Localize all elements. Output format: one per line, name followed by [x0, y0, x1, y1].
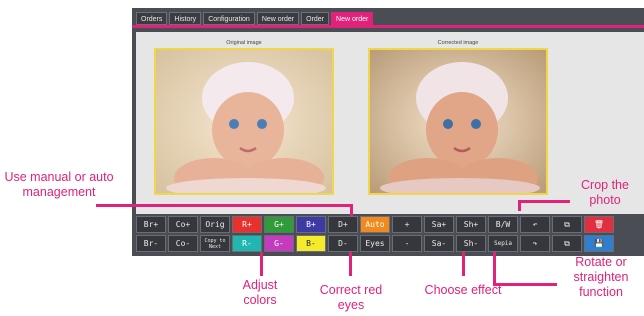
tab-configuration[interactable]: Configuration [203, 12, 255, 25]
row2-copy-to-next-button[interactable]: Copy to Next [200, 235, 230, 252]
row2-sa-button[interactable]: Sa- [424, 235, 454, 252]
photo-editor-window: Orders History Configuration New order Order… [132, 8, 644, 256]
annotation-effect: Choose effect [424, 283, 502, 297]
row1-btn14-button[interactable]: 🗑 [584, 216, 614, 233]
annotation-rotate: Rotate or straighten function [573, 255, 629, 299]
tab-new-order[interactable]: New order [256, 12, 300, 25]
tab-order[interactable]: Order [301, 12, 330, 25]
row2-co-button[interactable]: Co- [168, 235, 198, 252]
annotation-line-manual-down [350, 204, 353, 216]
annotation-crop: Crop the photo [581, 178, 629, 207]
annotation-colors: Adjust colors [242, 278, 278, 307]
tab-orders[interactable]: Orders [136, 12, 168, 25]
row1-co-button[interactable]: Co+ [168, 216, 198, 233]
row1-sh-button[interactable]: Sh+ [456, 216, 486, 233]
annotation-line-eyes [349, 252, 352, 276]
row2-btn8-button[interactable]: - [392, 235, 422, 252]
row1-sa-button[interactable]: Sa+ [424, 216, 454, 233]
row2-btn14-button[interactable]: 💾 [584, 235, 614, 252]
row2-eyes-button[interactable]: Eyes [360, 235, 390, 252]
corrected-image-caption: Corrected image [437, 40, 479, 46]
row1-auto-button[interactable]: Auto [360, 216, 390, 233]
annotation-eyes: Correct red eyes [319, 283, 383, 312]
row2-d-button[interactable]: D- [328, 235, 358, 252]
row1-br-button[interactable]: Br+ [136, 216, 166, 233]
row2-btn13-button[interactable]: ⧉ [552, 235, 582, 252]
row2-g-button[interactable]: G- [264, 235, 294, 252]
annotation-line-effect [462, 252, 465, 276]
original-image-caption: Original image [226, 40, 262, 46]
row2-sepia-button[interactable]: Sepia [488, 235, 518, 252]
row1-btn8-button[interactable]: + [392, 216, 422, 233]
row2-b-button[interactable]: B- [296, 235, 326, 252]
annotation-line-manual [96, 204, 352, 207]
row1-b-button[interactable]: B+ [296, 216, 326, 233]
toolbar-row-2: Br- Co- Copy to Next R- G- B- D- Eyes - Sa- Sh- Sep… [136, 235, 614, 252]
toolbar-row-1: Br+ Co+ Orig R+ G+ B+ D+ Auto + Sa+ Sh+ B/W ↶ ⧉ 🗑 [136, 216, 614, 233]
row2-btn12-button[interactable]: ↷ [520, 235, 550, 252]
row1-g-button[interactable]: G+ [264, 216, 294, 233]
annotation-line-crop-h [518, 200, 570, 203]
row1-orig-button[interactable]: Orig [200, 216, 230, 233]
row2-sh-button[interactable]: Sh- [456, 235, 486, 252]
row1-r-button[interactable]: R+ [232, 216, 262, 233]
original-image[interactable] [154, 48, 334, 195]
row2-br-button[interactable]: Br- [136, 235, 166, 252]
tab-bar: Orders History Configuration New order Order… [136, 12, 374, 25]
annotation-manual: Use manual or auto management [4, 170, 114, 199]
row1-b-w-button[interactable]: B/W [488, 216, 518, 233]
row1-btn12-button[interactable]: ↶ [520, 216, 550, 233]
tab-history[interactable]: History [169, 12, 202, 25]
row1-btn13-button[interactable]: ⧉ [552, 216, 582, 233]
row2-r-button[interactable]: R- [232, 235, 262, 252]
row1-d-button[interactable]: D+ [328, 216, 358, 233]
tab-underline [132, 25, 644, 28]
corrected-image[interactable] [368, 48, 548, 195]
annotation-line-rotate-v [493, 252, 496, 285]
annotation-line-colors [260, 252, 263, 276]
tab-new-order[interactable]: New order [331, 12, 374, 25]
